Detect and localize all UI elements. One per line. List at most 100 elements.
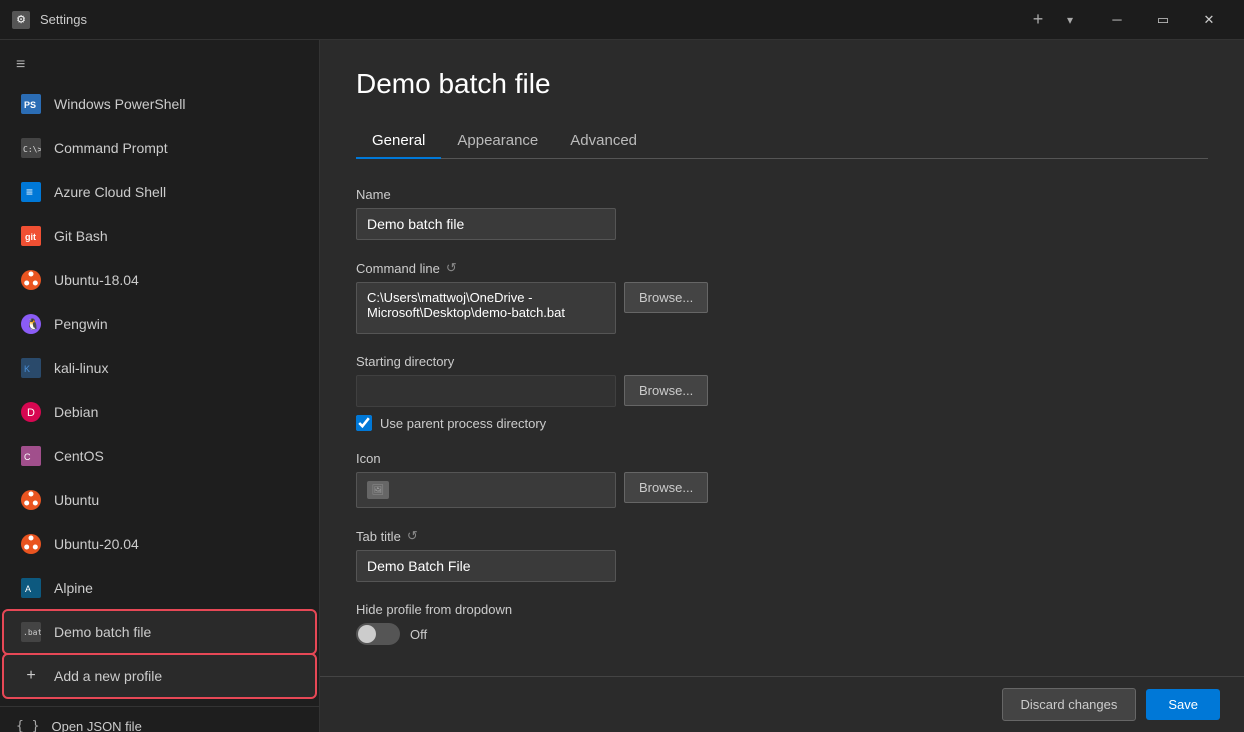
tab-title-section: Tab title ↺ xyxy=(356,528,1208,582)
svg-text:C: C xyxy=(24,452,31,462)
svg-text:≡: ≡ xyxy=(26,185,33,199)
app-icon: ⚙ xyxy=(12,11,30,29)
toggle-knob xyxy=(358,625,376,643)
sidebar-item-label: Ubuntu-18.04 xyxy=(54,272,299,288)
ubuntu-icon xyxy=(20,269,42,291)
powershell-icon: PS xyxy=(20,93,42,115)
starting-directory-section: Starting directory Browse... Use parent … xyxy=(356,354,1208,431)
tab-general[interactable]: General xyxy=(356,124,441,159)
sidebar-item-ubuntu[interactable]: Ubuntu xyxy=(4,479,315,521)
use-parent-process-label: Use parent process directory xyxy=(380,416,546,431)
svg-text:D: D xyxy=(27,407,35,419)
alpine-icon: A xyxy=(20,577,42,599)
title-bar-title: Settings xyxy=(40,12,1014,27)
sidebar-item-add-new-profile[interactable]: + Add a new profile xyxy=(4,655,315,697)
sidebar-item-pengwin[interactable]: 🐧 Pengwin xyxy=(4,303,315,345)
starting-directory-label: Starting directory xyxy=(356,354,1208,369)
cmd-icon: C:\> xyxy=(20,137,42,159)
save-button[interactable]: Save xyxy=(1146,689,1220,720)
svg-text:PS: PS xyxy=(24,100,36,110)
hide-profile-label: Hide profile from dropdown xyxy=(356,602,1208,617)
svg-text:.bat: .bat xyxy=(23,628,41,637)
sidebar-item-centos[interactable]: C CentOS xyxy=(4,435,315,477)
toggle-state-label: Off xyxy=(410,627,427,642)
command-line-browse-button[interactable]: Browse... xyxy=(624,282,708,313)
starting-directory-browse-button[interactable]: Browse... xyxy=(624,375,708,406)
tab-title-input[interactable] xyxy=(356,550,616,582)
discard-changes-button[interactable]: Discard changes xyxy=(1002,688,1137,721)
tab-appearance[interactable]: Appearance xyxy=(441,124,554,159)
page-title: Demo batch file xyxy=(356,68,1208,100)
sidebar-item-kali-linux[interactable]: K kali-linux xyxy=(4,347,315,389)
sidebar-item-git-bash[interactable]: git Git Bash xyxy=(4,215,315,257)
sidebar-item-label: Alpine xyxy=(54,580,299,596)
svg-text:K: K xyxy=(24,364,30,374)
sidebar-item-ubuntu-20[interactable]: Ubuntu-20.04 xyxy=(4,523,315,565)
name-input[interactable] xyxy=(356,208,616,240)
icon-browse-button[interactable]: Browse... xyxy=(624,472,708,503)
close-button[interactable]: ✕ xyxy=(1186,0,1232,40)
sidebar-item-azure-cloud-shell[interactable]: ≡ Azure Cloud Shell xyxy=(4,171,315,213)
sidebar-item-ubuntu-18[interactable]: Ubuntu-18.04 xyxy=(4,259,315,301)
hide-profile-toggle[interactable] xyxy=(356,623,400,645)
json-icon: { } xyxy=(16,719,39,732)
sidebar-item-label: Command Prompt xyxy=(54,140,299,156)
use-parent-process-row: Use parent process directory xyxy=(356,415,1208,431)
ubuntu2-icon xyxy=(20,489,42,511)
svg-text:🐧: 🐧 xyxy=(26,318,40,331)
command-line-label: Command line ↺ xyxy=(356,260,1208,276)
new-tab-button[interactable]: + xyxy=(1024,6,1052,34)
toggle-row: Off xyxy=(356,623,1208,645)
command-line-row: C:\Users\mattwoj\OneDrive - Microsoft\De… xyxy=(356,282,1208,334)
tab-dropdown-button[interactable]: ▾ xyxy=(1056,6,1084,34)
add-icon: + xyxy=(20,665,42,687)
title-bar: ⚙ Settings + ▾ ─ ▭ ✕ xyxy=(0,0,1244,40)
title-bar-actions: + ▾ xyxy=(1024,6,1084,34)
open-json-label: Open JSON file xyxy=(51,719,141,732)
sidebar-item-label: CentOS xyxy=(54,448,299,464)
open-json-button[interactable]: { } Open JSON file xyxy=(0,707,319,732)
pengwin-icon: 🐧 xyxy=(20,313,42,335)
sidebar-item-label: Azure Cloud Shell xyxy=(54,184,299,200)
main-content: Demo batch file General Appearance Advan… xyxy=(320,40,1244,732)
sidebar-item-demo-batch-file[interactable]: .bat Demo batch file xyxy=(4,611,315,653)
sidebar-item-label: Ubuntu-20.04 xyxy=(54,536,299,552)
icon-image-placeholder: 🖼 xyxy=(367,481,389,499)
sidebar-item-command-prompt[interactable]: C:\> Command Prompt xyxy=(4,127,315,169)
tab-title-label: Tab title ↺ xyxy=(356,528,1208,544)
sidebar-bottom: { } Open JSON file xyxy=(0,706,319,732)
minimize-button[interactable]: ─ xyxy=(1094,0,1140,40)
debian-icon: D xyxy=(20,401,42,423)
use-parent-process-checkbox[interactable] xyxy=(356,415,372,431)
maximize-button[interactable]: ▭ xyxy=(1140,0,1186,40)
centos-icon: C xyxy=(20,445,42,467)
command-line-input[interactable]: C:\Users\mattwoj\OneDrive - Microsoft\De… xyxy=(356,282,616,334)
sidebar-item-label: Git Bash xyxy=(54,228,299,244)
sidebar-item-alpine[interactable]: A Alpine xyxy=(4,567,315,609)
tabs: General Appearance Advanced xyxy=(356,124,1208,159)
batch-icon: .bat xyxy=(20,621,42,643)
name-label: Name xyxy=(356,187,1208,202)
hide-profile-section: Hide profile from dropdown Off xyxy=(356,602,1208,645)
icon-input[interactable]: 🖼 xyxy=(356,472,616,508)
sidebar-item-windows-powershell[interactable]: PS Windows PowerShell xyxy=(4,83,315,125)
icon-section: Icon 🖼 Browse... xyxy=(356,451,1208,508)
svg-text:C:\>: C:\> xyxy=(23,145,41,154)
name-section: Name xyxy=(356,187,1208,240)
sidebar-item-label: Add a new profile xyxy=(54,668,299,684)
ubuntu20-icon xyxy=(20,533,42,555)
hamburger-button[interactable]: ≡ xyxy=(0,48,44,82)
icon-label: Icon xyxy=(356,451,1208,466)
command-line-reset-icon[interactable]: ↺ xyxy=(446,260,457,276)
sidebar-item-label: Pengwin xyxy=(54,316,299,332)
bottom-action-bar: Discard changes Save xyxy=(320,676,1244,732)
svg-text:git: git xyxy=(25,232,36,242)
kali-icon: K xyxy=(20,357,42,379)
sidebar-item-label: Demo batch file xyxy=(54,624,299,640)
tab-title-reset-icon[interactable]: ↺ xyxy=(407,528,418,544)
app-layout: ≡ PS Windows PowerShell C:\> Command Pro… xyxy=(0,40,1244,732)
sidebar-item-label: Debian xyxy=(54,404,299,420)
azure-icon: ≡ xyxy=(20,181,42,203)
tab-advanced[interactable]: Advanced xyxy=(554,124,653,159)
sidebar-item-debian[interactable]: D Debian xyxy=(4,391,315,433)
